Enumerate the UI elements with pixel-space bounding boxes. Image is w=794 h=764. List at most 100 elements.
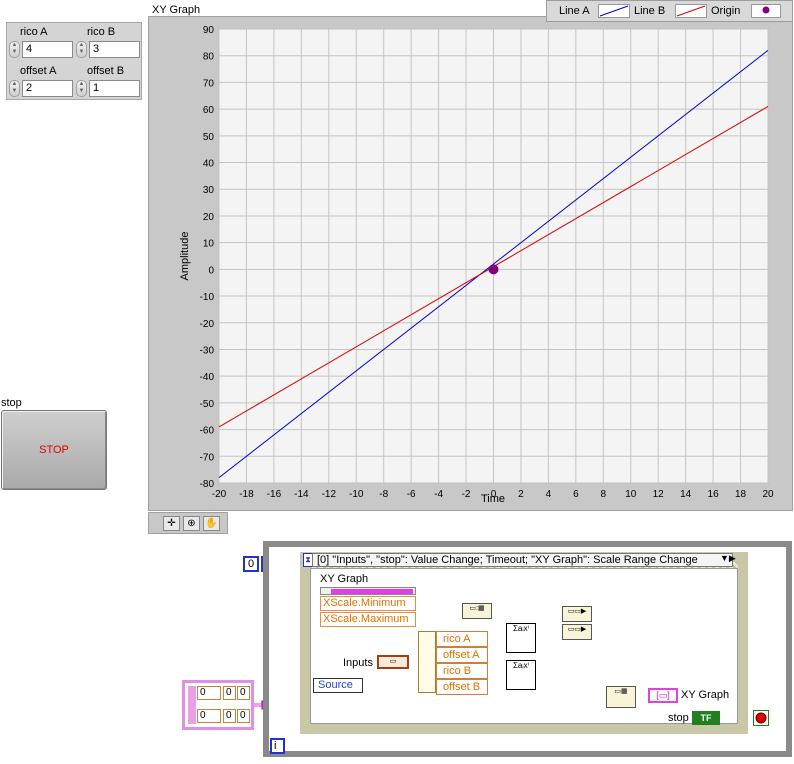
xy-graph-chart[interactable]: -20 -18 -16 -14 -12 -10 -8 -6 -4 -2 0 2 4 6 8 10 12 14 16 1… [148, 16, 793, 511]
cluster-value-1[interactable]: 0 [197, 686, 221, 700]
unbundle-offset-b[interactable]: offset B [436, 679, 488, 695]
x-tick-label: -4 [434, 489, 443, 500]
x-tick-label: -8 [379, 489, 388, 500]
x-tick-label: -16 [267, 489, 282, 500]
y-tick-label: 20 [203, 212, 215, 223]
cluster-value-3[interactable]: 0 [237, 686, 250, 700]
x-tick-label: 2 [518, 489, 524, 500]
rico-a-spinner[interactable]: ▲ ▼ [9, 41, 20, 58]
cursor-tool-button[interactable]: ✛ [163, 516, 180, 531]
zoom-tool-button[interactable]: ⊕ [183, 516, 200, 531]
loop-condition-icon[interactable] [753, 710, 769, 726]
x-axis-label: Time [481, 493, 505, 505]
stop-label: stop [1, 397, 22, 409]
y-tick-label: -50 [200, 399, 215, 410]
x-tick-label: 12 [653, 489, 665, 500]
x-tick-label: -2 [462, 489, 471, 500]
inputs-terminal[interactable]: ▭ [377, 655, 409, 669]
x-tick-label: -20 [212, 489, 227, 500]
bundle-b-node[interactable]: ▭▭▶ [562, 624, 592, 640]
offset-b-input[interactable]: 1 [89, 80, 140, 97]
x-tick-label: 10 [625, 489, 637, 500]
x-tick-label: -10 [349, 489, 364, 500]
y-tick-label: -10 [200, 292, 215, 303]
cluster-value-5[interactable]: 0 [223, 709, 236, 723]
y-tick-label: 80 [203, 52, 215, 63]
property-node-label: XY Graph [320, 573, 369, 585]
series-point-origin [488, 264, 499, 275]
x-tick-label: 16 [708, 489, 720, 500]
offset-a-spinner[interactable]: ▲ ▼ [9, 80, 20, 97]
numeric-controls-panel: rico A rico B ▲ ▼ 4 ▲ ▼ 3 offset A offset … [6, 22, 142, 100]
rico-a-input[interactable]: 4 [22, 41, 73, 58]
rico-a-label: rico A [20, 26, 48, 38]
cluster-index-icon [188, 686, 196, 724]
x-tick-label: -18 [239, 489, 254, 500]
x-tick-label: 20 [762, 489, 774, 500]
y-tick-label: 0 [208, 265, 214, 276]
unbundle-rico-a[interactable]: rico A [436, 631, 488, 647]
loop-count-constant[interactable]: 0 [243, 556, 260, 572]
offset-a-label: offset A [20, 65, 57, 77]
rico-b-label: rico B [87, 26, 116, 38]
xy-graph-terminal-label: XY Graph [681, 689, 730, 701]
iteration-terminal: i [270, 738, 285, 754]
x-tick-label: 8 [601, 489, 607, 500]
linear-eval-b-icon[interactable]: Σaᵢxⁱ [506, 660, 536, 690]
pan-tool-button[interactable]: ✋ [203, 516, 220, 531]
x-tick-label: 6 [573, 489, 579, 500]
bundle-a-node[interactable]: ▭▭▶ [562, 606, 592, 622]
graph-title: XY Graph [152, 4, 201, 16]
y-tick-label: -70 [200, 452, 215, 463]
build-array-graph-node[interactable]: ▭▦ [606, 686, 636, 708]
xscale-maximum-property[interactable]: XScale.Maximum [320, 612, 416, 627]
y-tick-label: -60 [200, 426, 215, 437]
rico-b-control[interactable]: ▲ ▼ 3 [76, 41, 140, 58]
event-case-dropdown-icon[interactable]: ▼▶ [720, 553, 736, 564]
cluster-value-6[interactable]: 0 [237, 709, 250, 723]
unbundle-by-name-node[interactable] [418, 631, 436, 693]
y-tick-label: 70 [203, 78, 215, 89]
offset-a-input[interactable]: 2 [22, 80, 73, 97]
x-tick-label: -14 [294, 489, 309, 500]
property-node-header [320, 587, 416, 595]
rico-a-control[interactable]: ▲ ▼ 4 [9, 41, 73, 58]
linear-eval-a-icon[interactable]: Σaᵢxⁱ [506, 623, 536, 653]
unbundle-offset-a[interactable]: offset A [436, 647, 488, 663]
rico-b-spinner[interactable]: ▲ ▼ [76, 41, 87, 58]
inputs-label: Inputs [343, 657, 373, 669]
y-axis-label: Amplitude [179, 232, 191, 281]
cluster-constant[interactable]: 0 0 0 0 0 0 [182, 680, 254, 730]
x-tick-label: 18 [735, 489, 747, 500]
event-case-selector[interactable]: [0] "Inputs", "stop": Value Change; Time… [312, 553, 733, 567]
offset-b-control[interactable]: ▲ ▼ 1 [76, 80, 140, 97]
offset-b-label: offset B [87, 65, 125, 77]
x-tick-label: -12 [322, 489, 337, 500]
stop-terminal-label: stop [668, 712, 689, 724]
unbundle-rico-b[interactable]: rico B [436, 663, 488, 679]
y-tick-label: -80 [200, 479, 215, 490]
cluster-value-2[interactable]: 0 [223, 686, 236, 700]
y-tick-label: 60 [203, 105, 215, 116]
x-tick-label: -6 [407, 489, 416, 500]
xscale-minimum-property[interactable]: XScale.Minimum [320, 596, 416, 611]
x-tick-label: 14 [680, 489, 692, 500]
build-array-node[interactable]: ▭:▦ [462, 603, 492, 619]
y-tick-label: 10 [203, 239, 215, 250]
y-tick-label: -30 [200, 345, 215, 356]
offset-a-control[interactable]: ▲ ▼ 2 [9, 80, 73, 97]
y-tick-label: 50 [203, 132, 215, 143]
cluster-value-4[interactable]: 0 [197, 709, 221, 723]
y-tick-label: -20 [200, 319, 215, 330]
offset-b-spinner[interactable]: ▲ ▼ [76, 80, 87, 97]
y-tick-label: 30 [203, 185, 215, 196]
xy-graph-terminal[interactable]: [▭] [648, 688, 678, 703]
y-tick-label: -40 [200, 372, 215, 383]
source-terminal[interactable]: Source [313, 678, 363, 693]
rico-b-input[interactable]: 3 [89, 41, 140, 58]
x-tick-label: 4 [546, 489, 552, 500]
y-tick-label: 40 [203, 159, 215, 170]
stop-terminal[interactable]: TF [692, 711, 720, 725]
y-tick-label: 90 [203, 25, 215, 36]
stop-button[interactable]: STOP [1, 410, 107, 490]
